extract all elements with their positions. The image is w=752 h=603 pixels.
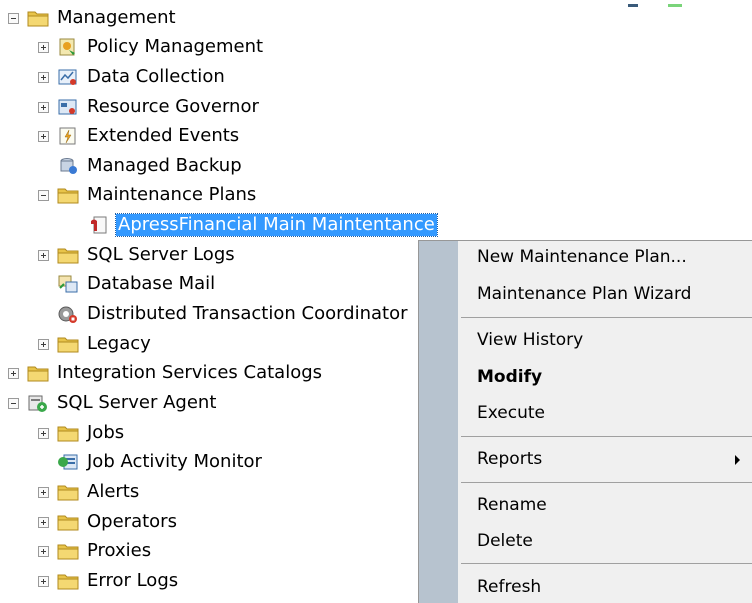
decorative-mark	[668, 4, 682, 7]
tree-node-sql-server-agent[interactable]: SQL Server Agent	[8, 389, 218, 417]
tree-node-label: Data Collection	[87, 66, 225, 87]
expand-toggle[interactable]	[38, 486, 49, 498]
job-activity-monitor-icon	[57, 452, 79, 472]
menu-item-modify[interactable]: Modify	[477, 366, 542, 388]
submenu-arrow-icon	[735, 455, 740, 465]
tree-node-proxies[interactable]: Proxies	[38, 537, 153, 565]
tree-node-label: Database Mail	[87, 273, 216, 294]
expand-toggle[interactable]	[38, 545, 49, 557]
tree-node-label: Legacy	[87, 333, 151, 354]
expand-toggle[interactable]	[8, 367, 19, 379]
tree-node-label: Job Activity Monitor	[87, 451, 262, 472]
menu-separator	[461, 436, 752, 437]
expand-toggle[interactable]	[38, 101, 49, 113]
tree-node-sql-server-logs[interactable]: SQL Server Logs	[38, 241, 237, 269]
tree-node-integration-services[interactable]: Integration Services Catalogs	[8, 359, 324, 387]
tree-node-label: Integration Services Catalogs	[57, 362, 323, 383]
menu-item-rename[interactable]: Rename	[477, 494, 547, 516]
menu-item-reports[interactable]: Reports	[477, 448, 542, 470]
collapse-toggle[interactable]	[38, 189, 49, 201]
managed-backup-icon	[57, 156, 79, 176]
tree-node-label: Maintenance Plans	[87, 184, 257, 205]
tree-node-label: Policy Management	[87, 36, 264, 57]
menu-separator	[461, 482, 752, 483]
tree-node-managed-backup[interactable]: Managed Backup	[38, 152, 244, 180]
tree-node-data-collection[interactable]: Data Collection	[38, 63, 227, 91]
tree-node-extended-events[interactable]: Extended Events	[38, 122, 241, 150]
tree-node-label: Alerts	[87, 481, 140, 502]
tree-node-label: Distributed Transaction Coordinator	[87, 303, 408, 324]
tree-node-alerts[interactable]: Alerts	[38, 478, 141, 506]
tree-node-label: Error Logs	[87, 570, 179, 591]
tree-node-label: SQL Server Logs	[87, 244, 235, 265]
context-menu: New Maintenance Plan... Maintenance Plan…	[418, 240, 752, 603]
folder-icon	[27, 363, 49, 383]
expand-toggle[interactable]	[38, 338, 49, 350]
menu-separator	[461, 563, 752, 564]
expand-toggle[interactable]	[38, 41, 49, 53]
tree-node-legacy[interactable]: Legacy	[38, 330, 153, 358]
sql-server-agent-icon	[27, 393, 49, 413]
tree-node-maintenance-plans[interactable]: Maintenance Plans	[38, 181, 258, 209]
tree-node-resource-governor[interactable]: Resource Governor	[38, 93, 261, 121]
folder-icon	[57, 185, 79, 205]
folder-icon	[57, 512, 79, 532]
menu-item-view-history[interactable]: View History	[477, 329, 583, 351]
tree-node-label: Proxies	[87, 540, 152, 561]
tree-node-jobs[interactable]: Jobs	[38, 419, 126, 447]
folder-icon	[27, 8, 49, 28]
folder-icon	[57, 571, 79, 591]
tree-node-dtc[interactable]: Distributed Transaction Coordinator	[38, 300, 410, 328]
tree-node-label: Resource Governor	[87, 96, 259, 117]
tree-node-selected-plan[interactable]: ApressFinancial Main Maintentance	[88, 211, 438, 239]
folder-icon	[57, 482, 79, 502]
tree-node-label: Jobs	[87, 422, 125, 443]
tree-node-database-mail[interactable]: Database Mail	[38, 270, 217, 298]
menu-item-refresh[interactable]: Refresh	[477, 576, 541, 598]
tree-node-job-activity-monitor[interactable]: Job Activity Monitor	[38, 448, 264, 476]
tree-node-label: SQL Server Agent	[57, 392, 217, 413]
tree-node-error-logs[interactable]: Error Logs	[38, 567, 180, 595]
resource-governor-icon	[57, 97, 79, 117]
menu-gutter	[419, 241, 458, 603]
menu-item-execute[interactable]: Execute	[477, 402, 545, 424]
menu-item-maintenance-plan-wizard[interactable]: Maintenance Plan Wizard	[477, 283, 691, 305]
expand-toggle[interactable]	[38, 130, 49, 142]
expand-toggle[interactable]	[38, 575, 49, 587]
expand-toggle[interactable]	[38, 516, 49, 528]
data-collection-icon	[57, 67, 79, 87]
menu-item-new-maintenance-plan[interactable]: New Maintenance Plan...	[477, 246, 687, 268]
tree-node-label: Operators	[87, 511, 177, 532]
selected-plan-label: ApressFinancial Main Maintentance	[115, 213, 438, 237]
tree-node-label: Managed Backup	[87, 155, 242, 176]
collapse-toggle[interactable]	[8, 397, 19, 409]
tree-node-policy-management[interactable]: Policy Management	[38, 33, 265, 61]
expand-toggle[interactable]	[38, 71, 49, 83]
folder-icon	[57, 423, 79, 443]
maintenance-plan-icon	[88, 215, 110, 235]
collapse-toggle[interactable]	[8, 12, 19, 24]
decorative-mark	[628, 4, 638, 7]
tree-node-label: Extended Events	[87, 125, 240, 146]
extended-events-icon	[57, 126, 79, 146]
folder-icon	[57, 541, 79, 561]
menu-item-delete[interactable]: Delete	[477, 530, 533, 552]
tree-node-label: Management	[57, 7, 176, 28]
database-mail-icon	[57, 274, 79, 294]
expand-toggle[interactable]	[38, 249, 49, 261]
folder-icon	[57, 334, 79, 354]
tree-node-operators[interactable]: Operators	[38, 508, 179, 536]
expand-toggle[interactable]	[38, 427, 49, 439]
dtc-icon	[57, 304, 79, 324]
policy-management-icon	[57, 37, 79, 57]
folder-icon	[57, 245, 79, 265]
tree-node-management[interactable]: Management	[8, 4, 178, 32]
menu-separator	[461, 317, 752, 318]
